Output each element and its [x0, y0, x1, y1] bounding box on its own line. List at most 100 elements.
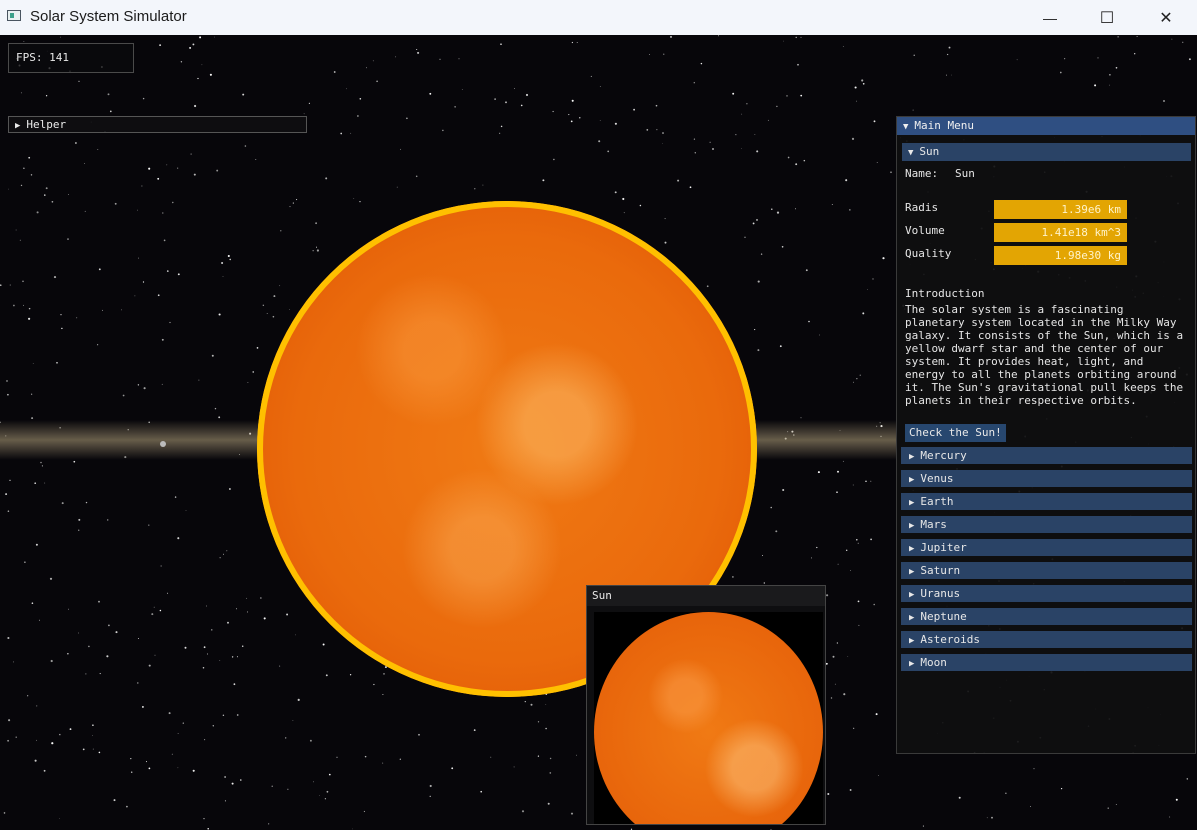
- star: [287, 788, 289, 790]
- star: [669, 35, 673, 38]
- star: [353, 197, 355, 199]
- star: [76, 317, 78, 319]
- section-mercury[interactable]: ▶ Mercury: [901, 447, 1192, 464]
- section-asteroids[interactable]: ▶ Asteroids: [901, 631, 1192, 648]
- star: [221, 261, 224, 265]
- star: [1182, 41, 1184, 43]
- star: [85, 673, 87, 675]
- main-menu-header[interactable]: ▼ Main Menu: [897, 117, 1195, 135]
- section-moon[interactable]: ▶ Moon: [901, 654, 1192, 671]
- section-saturn[interactable]: ▶ Saturn: [901, 562, 1192, 579]
- star: [224, 800, 226, 802]
- star: [552, 110, 554, 113]
- star: [168, 712, 171, 715]
- star: [172, 201, 174, 204]
- star: [271, 785, 273, 787]
- star: [68, 194, 70, 196]
- star: [236, 608, 238, 610]
- sun-preview-window[interactable]: Sun: [586, 585, 826, 825]
- star: [295, 634, 296, 636]
- star: [366, 67, 367, 69]
- star: [590, 75, 592, 77]
- star: [1169, 816, 1171, 818]
- star: [1097, 57, 1099, 59]
- star: [246, 597, 248, 599]
- maximize-button[interactable]: ☐: [1077, 0, 1137, 35]
- star: [30, 174, 33, 176]
- star: [15, 229, 17, 231]
- planet-section-list: ▶ Mercury ▶ Venus ▶ Earth ▶ Mars ▶ Jupiter ▶ S…: [901, 447, 1192, 677]
- star: [826, 594, 829, 597]
- star: [520, 104, 523, 107]
- star: [346, 88, 347, 90]
- minimize-button[interactable]: —: [1020, 0, 1080, 35]
- star: [38, 619, 40, 621]
- section-uranus[interactable]: ▶ Uranus: [901, 585, 1192, 602]
- star: [333, 71, 336, 73]
- star: [530, 703, 533, 706]
- star: [231, 656, 234, 658]
- helper-panel-header[interactable]: ▶ Helper: [8, 116, 307, 133]
- star: [92, 748, 94, 750]
- star: [82, 748, 85, 751]
- star: [480, 790, 483, 793]
- star: [763, 582, 765, 584]
- collapse-arrow-icon: ▼: [908, 148, 914, 158]
- star: [227, 254, 230, 258]
- star: [255, 158, 257, 160]
- star: [800, 94, 803, 97]
- section-neptune[interactable]: ▶ Neptune: [901, 608, 1192, 625]
- star: [865, 480, 867, 483]
- star: [847, 656, 849, 657]
- star: [741, 147, 742, 149]
- star: [206, 653, 208, 655]
- star: [461, 89, 463, 91]
- star: [263, 617, 266, 620]
- star: [1117, 36, 1119, 38]
- star: [800, 36, 802, 38]
- star: [395, 56, 397, 58]
- star: [1171, 38, 1173, 40]
- star: [872, 278, 874, 280]
- star: [184, 646, 187, 649]
- section-earth[interactable]: ▶ Earth: [901, 493, 1192, 510]
- star: [662, 142, 663, 144]
- section-sun[interactable]: ▼ Sun: [902, 143, 1191, 161]
- star: [775, 530, 778, 533]
- check-sun-button[interactable]: Check the Sun!: [905, 424, 1006, 442]
- star: [169, 321, 171, 324]
- star: [795, 163, 798, 166]
- star: [145, 761, 148, 763]
- star: [1108, 84, 1110, 86]
- star: [219, 557, 221, 559]
- star: [41, 465, 43, 467]
- star: [8, 188, 9, 190]
- star: [754, 133, 756, 135]
- star: [639, 204, 642, 207]
- star: [289, 309, 290, 310]
- star: [171, 753, 173, 755]
- star: [1107, 807, 1109, 809]
- star: [285, 737, 287, 739]
- section-jupiter[interactable]: ▶ Jupiter: [901, 539, 1192, 556]
- star: [78, 632, 79, 634]
- star: [646, 129, 649, 131]
- star: [757, 280, 760, 283]
- section-mars[interactable]: ▶ Mars: [901, 516, 1192, 533]
- star: [1060, 787, 1063, 790]
- star: [664, 218, 666, 220]
- star: [286, 613, 289, 616]
- section-venus[interactable]: ▶ Venus: [901, 470, 1192, 487]
- star: [88, 645, 90, 648]
- star: [34, 759, 37, 762]
- name-label: Name:: [905, 167, 939, 180]
- close-button[interactable]: ✕: [1136, 0, 1196, 35]
- star: [177, 767, 179, 769]
- star: [400, 148, 402, 150]
- star: [816, 546, 818, 549]
- star: [852, 381, 855, 383]
- star: [958, 796, 961, 799]
- star: [73, 460, 76, 463]
- star: [770, 506, 772, 509]
- star: [439, 58, 441, 60]
